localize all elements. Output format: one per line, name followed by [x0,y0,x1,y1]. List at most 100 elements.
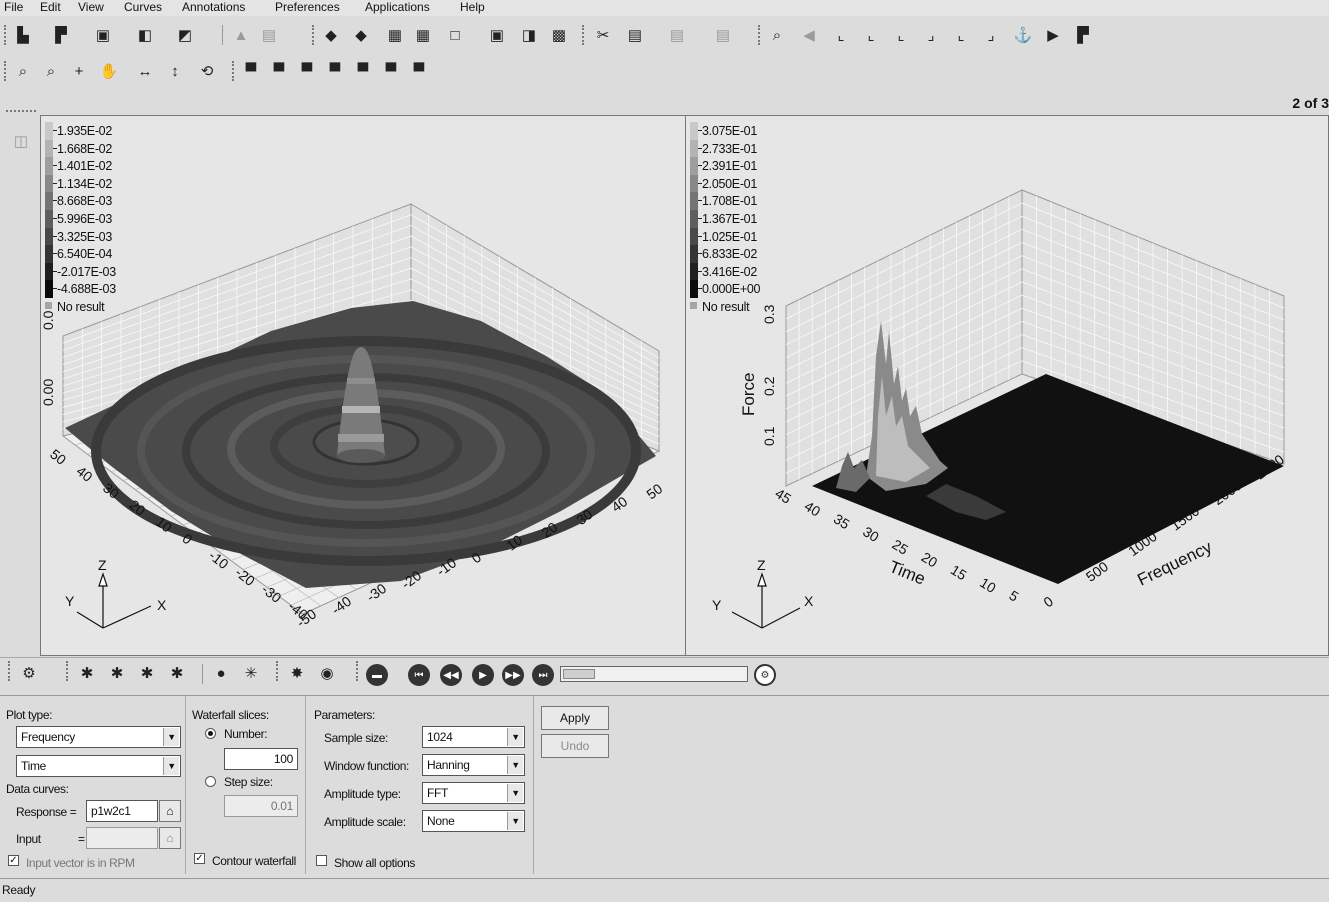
add-page-icon[interactable]: ▦ [384,24,406,46]
chevron-down-icon[interactable]: ▼ [163,728,179,746]
back-icon[interactable]: ◀ [798,24,820,46]
toolbar-grip[interactable] [4,25,7,45]
animation-settings-icon[interactable]: ⚙ [754,664,776,686]
zoom-icon[interactable]: ⌕ [766,24,788,46]
rotate-icon[interactable]: ⟲ [196,60,218,82]
note-icon[interactable]: ✸ [286,662,308,684]
apply-button[interactable]: Apply [541,706,609,730]
zoom-fit-icon[interactable]: ⌕ [12,60,34,82]
menu-applications[interactable]: Applications [363,0,432,16]
go-to-end-icon[interactable]: ⏭ [532,664,554,686]
surface-tool-1-icon[interactable]: ✱ [76,662,98,684]
chevron-down-icon[interactable]: ▼ [507,784,523,802]
layer-tool-3-icon[interactable]: ▀ [296,60,318,82]
layer-tool-2-icon[interactable]: ▀ [268,60,290,82]
plot-type-icon[interactable]: ⚙ [18,662,40,684]
expand-window-icon[interactable]: ▩ [548,24,570,46]
zoom-region-icon[interactable]: ⌕ [40,60,62,82]
layer-tool-1-icon[interactable]: ▀ [240,60,262,82]
pan-vertical-icon[interactable]: ↕ [164,60,186,82]
amplitude-type-select[interactable]: FFT ▼ [422,782,525,804]
layer-tool-7-icon[interactable]: ▀ [408,60,430,82]
delete-page-icon[interactable]: ▦ [412,24,434,46]
previous-page-icon[interactable]: ◆ [320,24,342,46]
amplitude-scale-select[interactable]: None ▼ [422,810,525,832]
curve-picker-icon[interactable]: ⌂ [159,827,181,849]
menu-file[interactable]: File [2,0,25,16]
comment-icon[interactable]: ◉ [316,662,338,684]
pan-hand-icon[interactable]: ✋ [98,60,120,82]
animation-mode-icon[interactable]: ▬ [366,664,388,686]
step-size-field[interactable]: 0.01 [224,795,298,817]
step-size-radio[interactable] [205,776,216,787]
isometric-view-icon[interactable]: ⚓ [1012,24,1034,46]
menu-help[interactable]: Help [458,0,487,16]
edit-curve-icon[interactable]: ▤ [258,24,280,46]
axis-xy-icon[interactable]: ⌟ [920,24,942,46]
import-icon[interactable]: ◧ [134,24,156,46]
animation-slider[interactable] [560,666,748,682]
show-all-options-checkbox[interactable] [316,855,327,866]
view-options-icon[interactable]: ▶ [1042,24,1064,46]
layer-tool-4-icon[interactable]: ▀ [324,60,346,82]
axis-y-icon[interactable]: ⌞ [860,24,882,46]
right-3d-waterfall-plot[interactable]: Force 0.1 0.2 0.3 4540353025201510 5 0500… [686,116,1329,656]
number-field[interactable]: 100 [224,748,298,770]
paste-special-icon[interactable]: ▤ [712,24,734,46]
surface-tool-2-icon[interactable]: ✱ [106,662,128,684]
window-layout-icon[interactable]: ▣ [486,24,508,46]
paste-icon[interactable]: ▤ [666,24,688,46]
swap-window-icon[interactable]: ◨ [518,24,540,46]
chevron-down-icon[interactable]: ▼ [507,812,523,830]
menu-edit[interactable]: Edit [38,0,63,16]
axis-x-icon[interactable]: ⌞ [830,24,852,46]
menu-annotations[interactable]: Annotations [180,0,247,16]
layer-tool-5-icon[interactable]: ▀ [352,60,374,82]
copy-icon[interactable]: ▤ [624,24,646,46]
menu-curves[interactable]: Curves [122,0,164,16]
page-icon[interactable]: ◫ [10,130,32,152]
chevron-down-icon[interactable]: ▼ [507,756,523,774]
page-layout-icon[interactable]: □ [444,24,466,46]
curve-picker-icon[interactable]: ⌂ [159,800,181,822]
play-icon[interactable]: ▶ [472,664,494,686]
window-grip[interactable] [6,110,36,112]
menu-preferences[interactable]: Preferences [273,0,342,16]
chevron-down-icon[interactable]: ▼ [163,757,179,775]
pan-horizontal-icon[interactable]: ↔ [134,60,156,82]
curve-manager-icon[interactable]: ▲ [230,24,252,46]
axis-z-icon[interactable]: ⌞ [890,24,912,46]
number-radio[interactable] [205,728,216,739]
save-session-icon[interactable]: ▣ [92,24,114,46]
window-function-select[interactable]: Hanning ▼ [422,754,525,776]
new-page-icon[interactable]: ▙ [12,24,34,46]
surface-tool-3-icon[interactable]: ✱ [136,662,158,684]
section-cut-icon[interactable]: ✳ [240,662,262,684]
axis-xz-icon[interactable]: ⌟ [980,24,1002,46]
response-field[interactable]: p1w2c1 [86,800,158,822]
next-page-icon[interactable]: ◆ [350,24,372,46]
left-plot-window[interactable]: 0.0 0.00 50 40 30 20 10 0 -10 -20 -30 -40 -50 -40-… [40,115,686,656]
contour-waterfall-checkbox[interactable]: ✓ [194,853,205,864]
layer-tool-6-icon[interactable]: ▀ [380,60,402,82]
left-3d-surface-plot[interactable]: 0.0 0.00 50403020100-10-20-30-40 -50-40-… [41,116,686,656]
surface-tool-4-icon[interactable]: ✱ [166,662,188,684]
rpm-checkbox[interactable]: ✓ [8,855,19,866]
sample-size-select[interactable]: 1024 ▼ [422,726,525,748]
axis-yz-icon[interactable]: ⌞ [950,24,972,46]
input-field[interactable] [86,827,158,849]
undo-button[interactable]: Undo [541,734,609,758]
rewind-icon[interactable]: ◀◀ [440,664,462,686]
cut-icon[interactable]: ✂ [592,24,614,46]
chevron-down-icon[interactable]: ▼ [507,728,523,746]
plot-type-select[interactable]: Frequency ▼ [16,726,181,748]
fast-forward-icon[interactable]: ▶▶ [502,664,524,686]
right-plot-window[interactable]: Force 0.1 0.2 0.3 45 40 35 30 25 20 15 10 5 0 500… [685,115,1329,656]
center-icon[interactable]: + [68,60,90,82]
open-session-icon[interactable]: ▛ [50,24,72,46]
capture-icon[interactable]: ▛ [1072,24,1094,46]
second-axis-select[interactable]: Time ▼ [16,755,181,777]
export-icon[interactable]: ◩ [174,24,196,46]
sphere-icon[interactable]: ● [210,662,232,684]
go-to-start-icon[interactable]: ⏮ [408,664,430,686]
